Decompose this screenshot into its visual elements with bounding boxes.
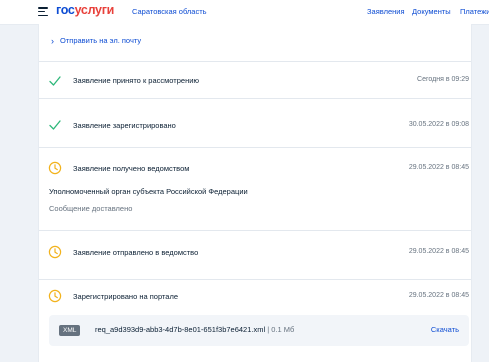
clock-icon bbox=[48, 161, 62, 175]
chevron-right-icon: › bbox=[51, 36, 54, 46]
menu-icon[interactable] bbox=[38, 7, 48, 17]
clock-icon bbox=[48, 289, 62, 303]
check-icon bbox=[49, 120, 61, 130]
send-email-label: Отправить на эл. почту bbox=[60, 36, 142, 45]
region-selector[interactable]: Саратовская область bbox=[132, 7, 207, 16]
check-icon bbox=[49, 76, 61, 86]
file-separator: | bbox=[267, 325, 270, 334]
nav-applications[interactable]: Заявления bbox=[367, 7, 405, 16]
status-row: Заявление зарегистрировано 30.05.2022 в … bbox=[39, 99, 471, 148]
status-date: 30.05.2022 в 09:08 bbox=[408, 121, 469, 128]
send-email-link[interactable]: › Отправить на эл. почту bbox=[51, 36, 141, 46]
nav-payments[interactable]: Платежи bbox=[460, 7, 489, 16]
status-title: Заявление зарегистрировано bbox=[73, 121, 176, 130]
top-header: госуслуги Саратовская область Заявления … bbox=[0, 0, 489, 25]
nav-documents[interactable]: Документы bbox=[412, 7, 451, 16]
attached-file: XML req_a9d393d9-abb3-4d7b-8e01-651f3b7e… bbox=[49, 315, 469, 346]
status-title: Заявление получено ведомством bbox=[73, 164, 190, 173]
send-email-row: › Отправить на эл. почту bbox=[39, 24, 471, 62]
status-date: 29.05.2022 в 08:45 bbox=[408, 292, 469, 299]
file-info: req_a9d393d9-abb3-4d7b-8e01-651f3b7e6421… bbox=[95, 325, 294, 334]
status-title: Зарегистрировано на портале bbox=[73, 292, 179, 301]
logo-part-gos: гос bbox=[56, 3, 75, 17]
status-date: Сегодня в 09:29 bbox=[417, 76, 469, 83]
status-row: Заявление получено ведомством 29.05.2022… bbox=[39, 148, 471, 231]
status-row: Заявление принято к рассмотрению Сегодня… bbox=[39, 62, 471, 99]
logo-part-uslugi: услуги bbox=[74, 3, 115, 17]
status-title: Заявление принято к рассмотрению bbox=[73, 76, 200, 85]
clock-icon bbox=[48, 245, 62, 259]
gosuslugi-logo[interactable]: госуслуги bbox=[56, 3, 114, 17]
file-type-badge: XML bbox=[59, 325, 81, 336]
file-size: 0.1 Мб bbox=[271, 325, 295, 334]
file-name: req_a9d393d9-abb3-4d7b-8e01-651f3b7e6421… bbox=[95, 325, 266, 334]
delivery-note: Сообщение доставлено bbox=[49, 204, 133, 213]
status-date: 29.05.2022 в 08:45 bbox=[408, 248, 469, 255]
department-name: Уполномоченный орган субъекта Российской… bbox=[49, 187, 248, 196]
status-row: Заявление отправлено в ведомство 29.05.2… bbox=[39, 231, 471, 280]
status-title: Заявление отправлено в ведомство bbox=[73, 248, 199, 257]
download-button[interactable]: Скачать bbox=[431, 325, 459, 334]
status-date: 29.05.2022 в 08:45 bbox=[408, 164, 469, 171]
application-status-card: › Отправить на эл. почту Заявление принят… bbox=[38, 24, 472, 362]
